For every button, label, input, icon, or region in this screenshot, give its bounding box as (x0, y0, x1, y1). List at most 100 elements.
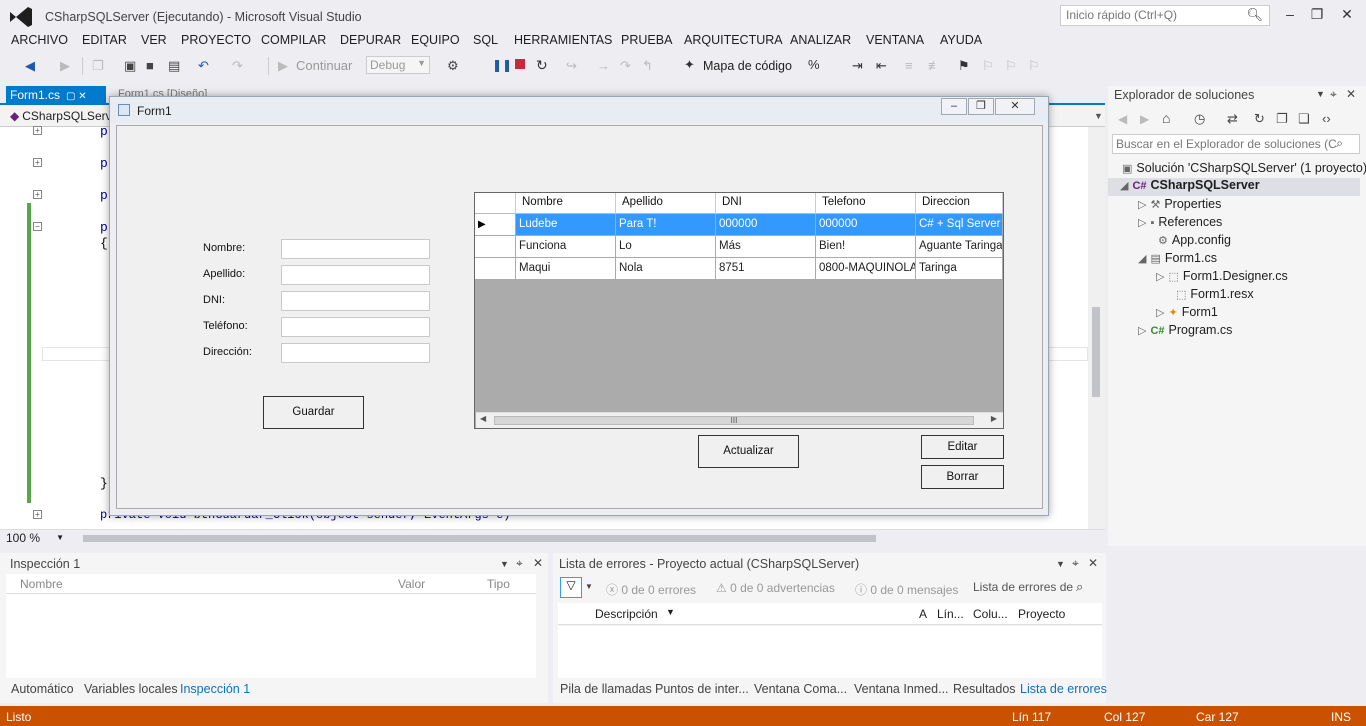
comment-icon[interactable]: ≡ (905, 58, 913, 73)
menu-archivo[interactable]: ARCHIVO (11, 33, 68, 47)
back-icon[interactable]: ◀ (25, 58, 35, 74)
tab-resultados[interactable]: Resultados (953, 682, 1016, 696)
grid-cell[interactable]: Para T! (616, 214, 716, 236)
grid-cell[interactable]: Ludebe (516, 214, 616, 236)
error-col-archivo[interactable]: A (919, 607, 927, 621)
pin-icon[interactable]: ⌖ (516, 556, 523, 571)
code-map-icon[interactable]: ✦ (684, 57, 695, 73)
chevron-down-icon[interactable]: ▼ (500, 559, 509, 569)
step-into-icon[interactable]: → (597, 58, 610, 73)
menu-ventana[interactable]: VENTANA (866, 33, 924, 47)
error-col-linea[interactable]: Lín... (937, 607, 964, 621)
step-out-icon[interactable]: ↰ (642, 58, 653, 74)
solution-config-select[interactable]: Debug ▼ (366, 56, 430, 74)
menu-proyecto[interactable]: PROYECTO (181, 33, 251, 47)
stop-icon[interactable] (515, 59, 525, 69)
type-navigation-dropdown[interactable]: ◆ CSharpSQLServ (8, 108, 112, 126)
telefono-field[interactable] (281, 317, 430, 337)
grid-cell[interactable]: 8751 (716, 258, 816, 280)
scroll-thumb[interactable] (1092, 307, 1100, 397)
nombre-field[interactable] (281, 239, 430, 259)
tab-ventana-comandos[interactable]: Ventana Coma... (754, 682, 847, 696)
next-bookmark-icon[interactable]: ⚐ (1005, 58, 1017, 74)
bookmark-icon[interactable]: ⚑ (958, 58, 970, 74)
grid-header[interactable]: Apellido (616, 193, 716, 214)
menu-prueba[interactable]: PRUEBA (621, 33, 672, 47)
actualizar-button[interactable]: Actualizar (698, 435, 799, 468)
search-icon[interactable]: ⌕ (1076, 579, 1083, 595)
tree-solution[interactable]: ▣ Solución 'CSharpSQLServer' (1 proyecto) (1122, 161, 1366, 175)
code-map-button[interactable]: Mapa de código (703, 59, 792, 73)
menu-analizar[interactable]: ANALIZAR (790, 33, 851, 47)
back-icon[interactable]: ◀ (1118, 112, 1127, 126)
watch-list[interactable] (6, 594, 536, 678)
process-icon[interactable]: ⚙ (447, 58, 459, 74)
form1-title-bar[interactable] (110, 97, 1048, 123)
show-all-files-icon[interactable]: ❑ (1298, 111, 1310, 127)
pin-icon[interactable]: ▢ ✕ (66, 91, 87, 102)
grid-cell[interactable]: Taringa (916, 258, 1003, 280)
continue-button[interactable]: Continuar (296, 58, 352, 73)
grid-corner[interactable] (475, 193, 516, 214)
menu-ayuda[interactable]: AYUDA (940, 33, 982, 47)
undo-icon[interactable]: ↶ (198, 58, 209, 74)
restart-icon[interactable]: ↻ (536, 57, 548, 74)
error-col-columna[interactable]: Colu... (973, 607, 1008, 621)
error-list[interactable] (558, 626, 1102, 678)
view-code-icon[interactable]: ‹› (1322, 111, 1331, 126)
tab-lista-errores[interactable]: Lista de errores (1020, 682, 1107, 696)
outline-expand-icon[interactable]: + (33, 510, 42, 519)
tab-ventana-inmediato[interactable]: Ventana Inmed... (854, 682, 949, 696)
grid-cell[interactable]: Lo (616, 236, 716, 258)
error-scope-select[interactable]: Lista de errores de (973, 580, 1073, 594)
close-button[interactable]: ✕ (1332, 4, 1362, 26)
chevron-down-icon[interactable]: ▼ (1316, 89, 1325, 99)
menu-editar[interactable]: EDITAR (82, 33, 127, 47)
tab-automatico[interactable]: Automático (11, 682, 74, 696)
menu-arquitectura[interactable]: ARQUITECTURA (684, 33, 783, 47)
direccion-field[interactable] (281, 343, 430, 363)
menu-compilar[interactable]: COMPILAR (261, 33, 326, 47)
menu-equipo[interactable]: EQUIPO (411, 33, 460, 47)
data-grid[interactable]: Nombre Apellido DNI Telefono Direccion ▶… (474, 192, 1004, 429)
scroll-left-icon[interactable]: ◀ (480, 414, 486, 423)
grid-cell[interactable]: Nola (616, 258, 716, 280)
grid-cell[interactable]: Maqui (516, 258, 616, 280)
row-header[interactable] (475, 258, 516, 280)
error-col-proyecto[interactable]: Proyecto (1018, 607, 1065, 621)
open-file-icon[interactable]: ▣ (124, 58, 136, 74)
tab-puntos-interrupcion[interactable]: Puntos de inter... (655, 682, 749, 696)
tree-form1-resx[interactable]: ⬚ Form1.resx (1176, 287, 1254, 301)
chevron-down-icon[interactable]: ▼ (585, 582, 593, 591)
maximize-button[interactable]: ❐ (1302, 4, 1332, 26)
tree-project[interactable]: ◢ C# CSharpSQLServer (1108, 178, 1360, 196)
editar-button[interactable]: Editar (921, 435, 1004, 459)
quick-launch-input[interactable]: Inicio rápido (Ctrl+Q) 🔍︎ (1060, 5, 1270, 26)
messages-filter-button[interactable]: ⓘ 0 de 0 mensajes (855, 581, 958, 598)
forward-icon[interactable]: ▶ (60, 58, 70, 74)
menu-depurar[interactable]: DEPURAR (340, 33, 401, 47)
tree-properties[interactable]: ▷ ⚒ Properties (1138, 197, 1221, 211)
apellido-field[interactable] (281, 265, 430, 285)
editor-horizontal-scrollbar[interactable] (83, 535, 876, 542)
menu-herramientas[interactable]: HERRAMIENTAS (514, 33, 612, 47)
grid-cell[interactable]: Aguante Taringa (916, 236, 1003, 258)
tab-form1-cs[interactable]: Form1.cs ▢ ✕ (6, 86, 106, 105)
new-project-icon[interactable]: ❐ (92, 58, 104, 74)
grid-header[interactable]: Direccion (916, 193, 1003, 214)
guardar-button[interactable]: Guardar (263, 396, 364, 429)
tab-pila-llamadas[interactable]: Pila de llamadas (560, 682, 652, 696)
grid-header[interactable]: DNI (716, 193, 816, 214)
chevron-down-icon[interactable]: ▼ (1056, 559, 1065, 569)
tree-program-cs[interactable]: ▷ C# Program.cs (1138, 323, 1232, 337)
home-icon[interactable]: ⌂ (1162, 110, 1170, 126)
prev-bookmark-icon[interactable]: ⚐ (982, 58, 994, 74)
tree-form1-cs[interactable]: ◢ ▤ Form1.cs (1138, 251, 1217, 265)
borrar-button[interactable]: Borrar (921, 465, 1004, 489)
dni-field[interactable] (281, 291, 430, 311)
grid-cell[interactable]: 0800-MAQUINOLA (816, 258, 916, 280)
watch-col-tipo[interactable]: Tipo (487, 577, 510, 591)
tab-variables-locales[interactable]: Variables locales (84, 682, 178, 696)
grid-cell[interactable]: Funciona (516, 236, 616, 258)
percent-icon[interactable]: % (808, 57, 820, 72)
